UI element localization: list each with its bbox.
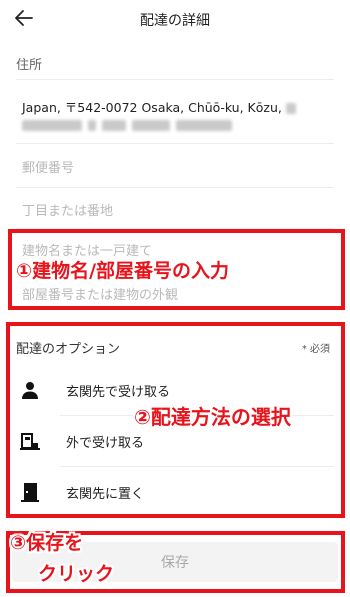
redacted-text bbox=[285, 103, 296, 114]
annotation-step1: ①建物名/部屋番号の入力 bbox=[16, 260, 230, 282]
redacted-text bbox=[176, 120, 232, 131]
annotation-step3-line1: ③保存を bbox=[10, 532, 84, 554]
redacted-text bbox=[88, 120, 96, 131]
page-title: 配達の詳細 bbox=[140, 13, 210, 29]
divider bbox=[16, 143, 334, 144]
address-section-label: 住所 bbox=[16, 58, 43, 73]
divider bbox=[16, 79, 334, 80]
address-value-line2 bbox=[22, 120, 232, 131]
redacted-text bbox=[132, 120, 170, 131]
annotation-step2: ②配達方法の選択 bbox=[134, 405, 291, 429]
header-bar: 配達の詳細 bbox=[0, 0, 350, 40]
redacted-text bbox=[22, 120, 82, 131]
address-value[interactable]: Japan, 〒542-0072 Osaka, Chūō-ku, Kōzu, bbox=[22, 97, 296, 116]
address-text: Japan, 〒542-0072 Osaka, Chūō-ku, Kōzu, bbox=[22, 100, 282, 115]
postal-code-input[interactable]: 郵便番号 bbox=[22, 157, 74, 176]
annotation-step3-line2: クリック bbox=[38, 563, 115, 585]
divider bbox=[16, 187, 334, 188]
street-address-input[interactable]: 丁目または番地 bbox=[22, 200, 113, 219]
redacted-text bbox=[102, 120, 126, 131]
